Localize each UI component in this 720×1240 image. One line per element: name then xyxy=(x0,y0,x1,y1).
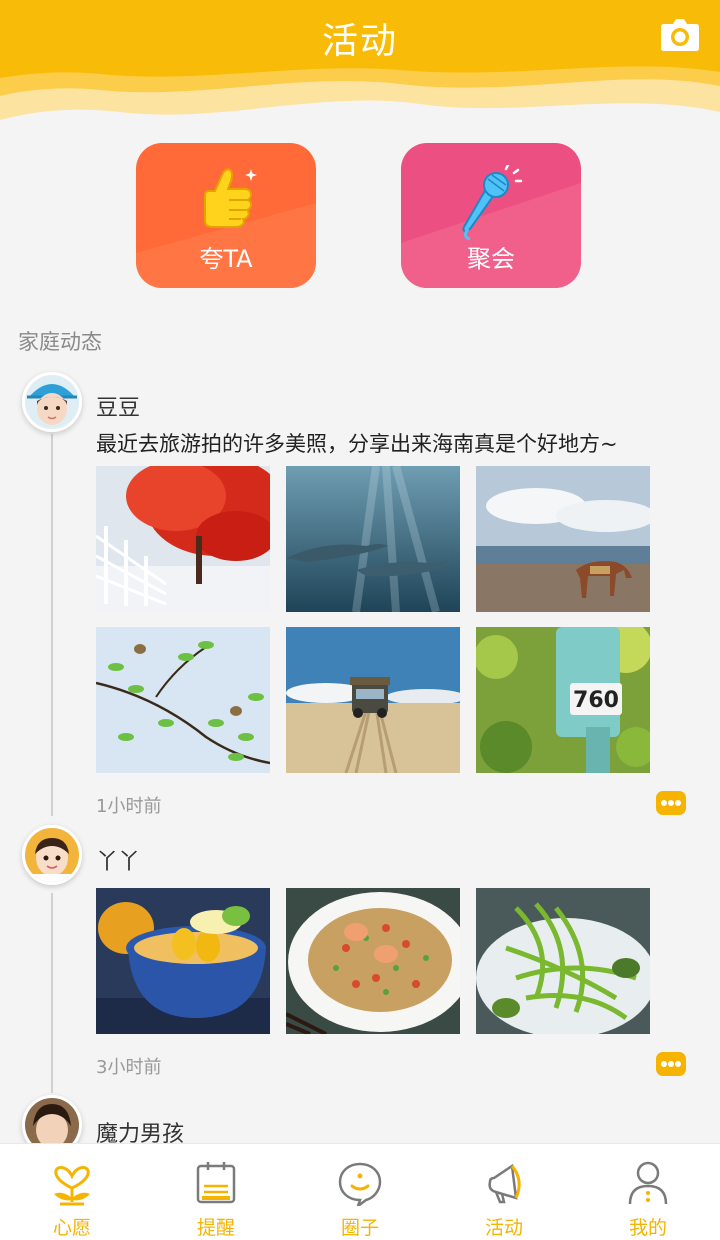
birds-branch-photo xyxy=(96,627,270,773)
red-tree-winter-photo xyxy=(96,466,270,612)
action-tiles: 夸TA 聚会 xyxy=(0,143,720,289)
nav-label: 心愿 xyxy=(52,1217,91,1239)
praise-button[interactable]: 夸TA xyxy=(136,143,316,288)
post-username[interactable]: 丫丫 xyxy=(96,844,140,876)
photo-thumbnail[interactable] xyxy=(286,466,460,612)
post-timestamp: 3小时前 xyxy=(96,1057,162,1078)
wish-icon xyxy=(54,1166,90,1206)
praise-label: 夸TA xyxy=(199,245,253,273)
circle-chat-icon xyxy=(338,1162,382,1206)
nav-item-wish[interactable]: 心愿 xyxy=(0,1144,144,1240)
dot xyxy=(668,800,674,806)
profile-icon xyxy=(628,1161,668,1205)
camera-icon xyxy=(661,19,699,51)
avatar[interactable] xyxy=(22,372,82,432)
mailbox-number: 760 xyxy=(573,688,619,713)
dot xyxy=(675,1061,681,1067)
more-options-button[interactable] xyxy=(656,1052,686,1076)
fried-rice-photo xyxy=(286,888,460,1034)
jeep-desert-photo xyxy=(286,627,460,773)
reminder-icon xyxy=(196,1162,236,1204)
page-title: 活动 xyxy=(321,21,398,62)
timeline-line xyxy=(51,434,53,816)
dolphins-underwater-photo xyxy=(286,466,460,612)
section-title: 家庭动态 xyxy=(18,330,102,354)
app-header: 活动 xyxy=(0,0,720,130)
party-label: 聚会 xyxy=(467,245,515,273)
photo-thumbnail[interactable] xyxy=(286,627,460,773)
party-button[interactable]: 聚会 xyxy=(401,143,581,288)
dot xyxy=(668,1061,674,1067)
post-text: 最近去旅游拍的许多美照，分享出来海南真是个好地方~ xyxy=(96,432,618,456)
photo-thumbnail[interactable]: 760 xyxy=(476,627,650,773)
photo-thumbnail[interactable] xyxy=(96,627,270,773)
green-noodles-photo xyxy=(476,888,650,1034)
camera-button[interactable] xyxy=(660,16,700,52)
horse-beach-photo xyxy=(476,466,650,612)
timeline-line xyxy=(51,893,53,1093)
dot xyxy=(661,1061,667,1067)
post-username[interactable]: 豆豆 xyxy=(96,390,140,422)
photo-thumbnail[interactable] xyxy=(96,466,270,612)
photo-thumbnail[interactable] xyxy=(476,888,650,1034)
girl-avatar-photo xyxy=(25,828,79,882)
child-avatar-photo xyxy=(25,375,79,429)
photo-thumbnail[interactable] xyxy=(96,888,270,1034)
microphone-icon xyxy=(462,165,523,241)
dot xyxy=(661,800,667,806)
avatar[interactable] xyxy=(22,825,82,885)
nav-label: 提醒 xyxy=(196,1217,235,1239)
nav-item-reminder[interactable]: 提醒 xyxy=(144,1144,288,1240)
nav-item-circle[interactable]: 圈子 xyxy=(288,1144,432,1240)
dot xyxy=(675,800,681,806)
nav-label: 我的 xyxy=(628,1217,667,1239)
photo-thumbnail[interactable] xyxy=(286,888,460,1034)
thumbs-up-icon xyxy=(204,168,257,228)
more-options-button[interactable] xyxy=(656,791,686,815)
nav-label: 圈子 xyxy=(340,1217,379,1239)
nav-item-activity[interactable]: 活动 xyxy=(432,1144,576,1240)
lemon-dessert-photo xyxy=(96,888,270,1034)
mailbox-photo: 760 xyxy=(476,627,650,773)
megaphone-icon xyxy=(488,1163,521,1204)
photo-thumbnail[interactable] xyxy=(476,466,650,612)
nav-label: 活动 xyxy=(484,1217,523,1239)
nav-item-profile[interactable]: 我的 xyxy=(576,1144,720,1240)
bottom-nav: 心愿 提醒 圈子 活动 我的 xyxy=(0,1143,720,1240)
post-timestamp: 1小时前 xyxy=(96,796,162,817)
